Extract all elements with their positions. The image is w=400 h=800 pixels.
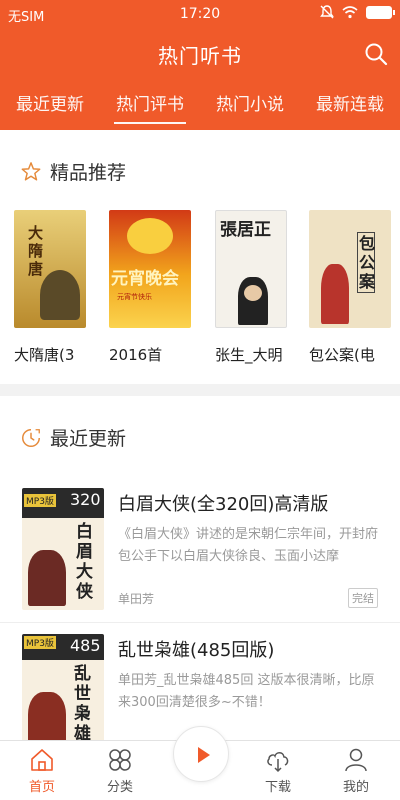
cover-lantern-art [127,218,173,254]
featured-cover: 元宵晚会 元宵节快乐 [109,210,191,328]
cloud-download-icon [267,752,289,773]
featured-heading: 精品推荐 [20,158,126,185]
featured-item[interactable]: 大隋唐 大隋唐(3 [14,210,104,365]
item-author: 单田芳 [118,592,155,606]
app-root: 无SIM 17:20 热门听书 最近更新 热门评书 热门小说 最新连载 精品推荐… [0,0,400,800]
featured-item[interactable]: 元宵晚会 元宵节快乐 2016首 [109,210,199,365]
featured-cover: 大隋唐 [14,210,86,328]
cover-lion-art [40,270,80,320]
wifi-icon [342,5,358,18]
cover-title: 包公案 [357,232,376,293]
recent-heading: 最近更新 [20,424,126,451]
cover-tag: MP3版 [24,494,56,507]
status-icons [320,5,395,19]
cover-title: 大隋唐 [28,224,44,278]
nav-category-label: 分类 [106,780,133,795]
cover-number: 320 [70,490,101,509]
featured-item[interactable]: 包公案 包公案(电 [309,210,399,365]
cover-face-art [244,285,262,301]
cover-title: 張居正 [220,220,271,240]
cover-title: 乱世枭雄 [74,664,91,744]
item-cover: MP3版 320 白眉大侠 [22,488,104,610]
featured-name: 张生_大明 [215,346,283,364]
featured-item[interactable]: 張居正 张生_大明 [215,210,305,365]
tab-hot-pingshu[interactable]: 热门评书 [100,90,200,126]
recent-heading-label: 最近更新 [50,428,127,450]
tab-recent-updates[interactable]: 最近更新 [0,90,100,126]
list-item[interactable]: MP3版 320 白眉大侠 白眉大侠(全320回)高清版 《白眉大侠》讲述的是宋… [0,488,400,623]
cover-title: 白眉大侠 [76,522,93,602]
featured-cover: 張居正 [215,210,287,328]
battery-icon [366,5,395,19]
search-icon[interactable] [364,42,388,66]
status-badge: 完结 [348,588,378,608]
cover-subtitle: 元宵节快乐 [117,293,152,301]
cover-number: 485 [70,636,101,655]
status-bar: 无SIM 17:20 [0,0,400,28]
play-button[interactable] [173,726,229,782]
nav-home[interactable]: 首页 [12,747,72,795]
item-cover: MP3版 485 乱世枭雄 [22,634,104,756]
tab-bar: 最近更新 热门评书 热门小说 最新连载 [0,90,400,126]
cover-tag: MP3版 [24,636,56,649]
nav-home-label: 首页 [28,780,55,795]
header: 无SIM 17:20 热门听书 最近更新 热门评书 热门小说 最新连载 [0,0,400,130]
featured-heading-label: 精品推荐 [50,162,127,184]
clock-icon [22,428,40,447]
featured-name: 包公案(电 [309,346,375,364]
featured-name: 大隋唐(3 [14,346,75,364]
cover-title: 元宵晚会 [111,269,179,289]
nav-download-label: 下载 [264,780,291,795]
featured-list: 大隋唐 大隋唐(3 元宵晚会 元宵节快乐 2016首 張居正 张生_大明 包公案 [0,210,400,370]
section-divider [0,384,400,396]
page-title: 热门听书 [158,44,242,68]
item-description: 《白眉大侠》讲述的是宋朝仁宗年间，开封府包公手下以白眉大侠徐良、玉面小达摩 [118,527,379,564]
item-description: 单田芳_乱世枭雄485回 这版本很清晰，比原来300回清楚很多~不错！ [118,673,375,710]
tab-hot-novels[interactable]: 热门小说 [200,90,300,126]
cover-figure-art [28,550,66,606]
nav-profile[interactable]: 我的 [326,747,386,795]
nav-download[interactable]: 下载 [248,747,308,795]
category-icon [109,749,131,771]
item-title: 乱世枭雄(485回版) [118,640,275,661]
play-icon [198,747,210,763]
cover-figure-art [321,264,349,324]
mute-bell-icon [320,5,334,19]
tab-new-serials[interactable]: 最新连载 [300,90,400,126]
person-icon [345,748,367,772]
home-icon [31,749,53,771]
featured-cover: 包公案 [309,210,391,328]
nav-category[interactable]: 分类 [90,747,150,795]
star-icon [21,161,41,181]
item-title: 白眉大侠(全320回)高清版 [118,494,329,515]
featured-name: 2016首 [109,346,163,364]
nav-profile-label: 我的 [342,780,369,795]
